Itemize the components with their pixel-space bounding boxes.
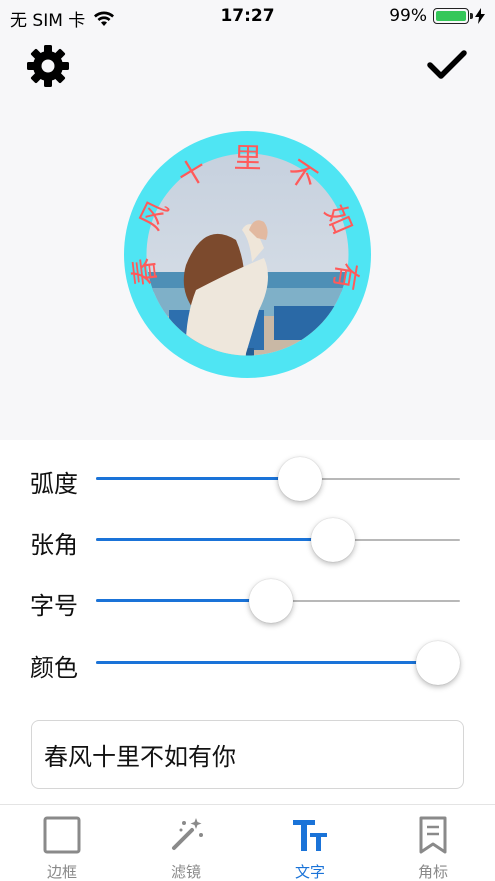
slider-fill xyxy=(96,477,300,480)
border-square-icon xyxy=(43,816,81,854)
status-bar: 无 SIM 卡 17:27 99% xyxy=(0,0,495,34)
status-right: 99% xyxy=(389,6,485,26)
battery-fill xyxy=(436,11,466,21)
slider-thumb[interactable] xyxy=(416,641,461,685)
slider-label: 颜色 xyxy=(30,654,78,682)
slider-angle[interactable]: 张角 xyxy=(0,515,495,565)
slider-label: 字号 xyxy=(30,592,78,620)
slider-fill xyxy=(96,538,333,541)
slider-label: 弧度 xyxy=(30,470,78,498)
slider-thumb[interactable] xyxy=(310,518,355,562)
tab-text[interactable]: 文字 xyxy=(248,805,372,881)
tab-filter[interactable]: 滤镜 xyxy=(124,805,248,881)
magic-wand-icon xyxy=(172,818,203,850)
text-size-icon xyxy=(293,820,327,851)
charging-icon xyxy=(475,8,485,24)
text-input[interactable] xyxy=(31,720,464,789)
slider-label: 张角 xyxy=(30,531,78,559)
tab-label: 文字 xyxy=(294,863,325,881)
tab-label: 边框 xyxy=(46,863,77,881)
tab-label: 角标 xyxy=(417,863,448,881)
tab-border[interactable]: 边框 xyxy=(0,805,124,881)
gear-icon[interactable] xyxy=(24,42,72,90)
tab-label: 滤镜 xyxy=(170,863,201,881)
slider-thumb[interactable] xyxy=(248,579,293,623)
control-panel: 弧度 张角 字号 颜色 xyxy=(0,440,495,804)
slider-fill xyxy=(96,661,439,664)
slider-font-size[interactable]: 字号 xyxy=(0,576,495,626)
checkmark-icon[interactable] xyxy=(426,48,468,82)
tab-bar: 边框 滤镜 文字 角标 xyxy=(0,804,495,881)
slider-fill xyxy=(96,599,271,602)
battery-percentage: 99% xyxy=(389,6,427,26)
avatar-preview: 春风十里不如有你 xyxy=(124,130,371,378)
battery-icon xyxy=(433,8,473,24)
tab-badge[interactable]: 角标 xyxy=(371,805,495,881)
badge-bookmark-icon xyxy=(419,816,447,854)
slider-thumb[interactable] xyxy=(277,457,322,501)
slider-color[interactable]: 颜色 xyxy=(0,638,495,688)
slider-arc[interactable]: 弧度 xyxy=(0,454,495,504)
